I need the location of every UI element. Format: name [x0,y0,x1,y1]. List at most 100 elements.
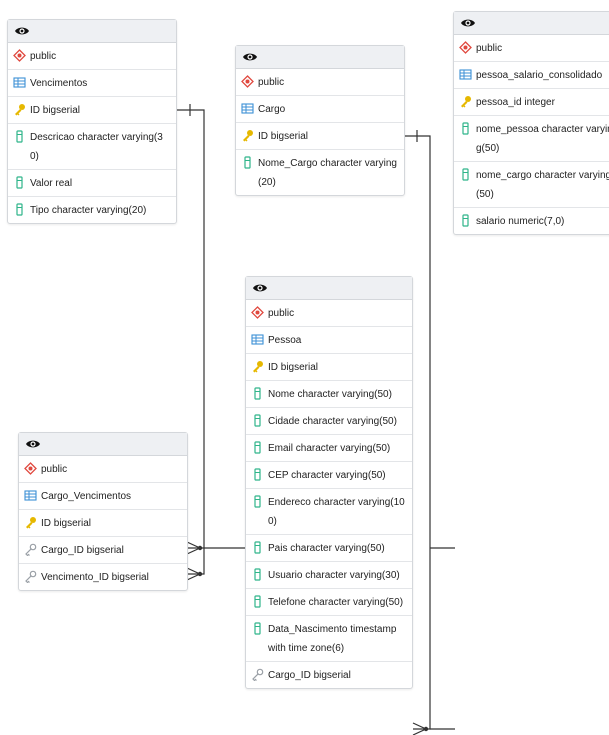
table-row[interactable]: Nome character varying(50) [246,381,412,408]
table-row[interactable]: Vencimentos [8,70,176,97]
table-row[interactable]: public [19,456,187,483]
table-row[interactable]: ID bigserial [8,97,176,124]
table-row[interactable]: Descricao character varying(30) [8,124,176,170]
column-icon [254,441,261,454]
column-icon [254,622,261,635]
table-cargo-vencimentos[interactable]: public Cargo_Vencimentos ID bigserial Cargo… [18,432,188,591]
rel-cargo-cv-crowfoot [186,541,202,555]
key-icon [461,96,471,108]
table-icon [241,103,254,114]
table-vencimentos[interactable]: public Vencimentos ID bigserial Descricao c… [7,19,177,224]
table-row[interactable]: Valor real [8,170,176,197]
column-label: ID bigserial [30,105,81,116]
table-row[interactable]: ID bigserial [236,123,404,150]
column-label: pessoa_salario_consolidado [476,70,603,81]
column-icon [16,176,23,189]
column-label: public [41,464,68,475]
table-row[interactable]: Endereco character varying(100) [246,489,412,535]
table-header [454,12,609,35]
table-row[interactable]: nome_pessoa character varying(50) [454,116,609,162]
column-label: public [268,308,295,319]
column-label: public [30,51,57,62]
table-row[interactable]: nome_cargo character varying(50) [454,162,609,208]
schema-icon [13,49,26,62]
table-header [246,277,412,300]
column-label: nome_cargo character varying(50) [476,170,609,200]
table-cargo[interactable]: public Cargo ID bigserial Nome_Cargo charac… [235,45,405,196]
table-row[interactable]: public [246,300,412,327]
column-label: nome_pessoa character varying(50) [476,124,609,154]
column-label: Cargo_ID bigserial [41,545,124,556]
column-label: Descricao character varying(30) [30,132,163,162]
schema-icon [241,75,254,88]
key-icon [243,130,253,142]
table-row[interactable]: Data_Nascimento timestamp with time zone… [246,616,412,662]
column-label: Cargo_ID bigserial [268,670,351,681]
table-pessoa-salario-consolidado[interactable]: public pessoa_salario_consolidado pessoa_i… [453,11,609,235]
column-label: Pais character varying(50) [268,543,385,554]
column-icon [16,203,23,216]
table-row[interactable]: Telefone character varying(50) [246,589,412,616]
table-row[interactable]: Vencimento_ID bigserial [19,564,187,590]
table-icon [251,334,264,345]
table-row[interactable]: pessoa_salario_consolidado [454,62,609,89]
column-icon [462,122,469,135]
column-label: Endereco character varying(100) [268,497,405,527]
column-label: Tipo character varying(20) [30,205,147,216]
key-icon [253,361,263,373]
column-icon [254,595,261,608]
table-row[interactable]: Cargo_Vencimentos [19,483,187,510]
table-row[interactable]: pessoa_id integer [454,89,609,116]
column-label: Cargo_Vencimentos [41,491,132,502]
column-icon [254,468,261,481]
column-label: Cidade character varying(50) [268,416,397,427]
eye-icon [461,19,475,27]
column-label: Vencimento_ID bigserial [41,572,149,583]
table-row[interactable]: Cargo_ID bigserial [19,537,187,564]
column-icon [244,156,251,169]
table-icon [24,490,37,501]
key-icon [26,517,36,529]
column-label: Valor real [30,178,73,189]
table-icon [459,69,472,80]
column-label: pessoa_id integer [476,97,555,108]
column-label: Data_Nascimento timestamp with time zone… [268,624,397,654]
table-row[interactable]: Cargo [236,96,404,123]
table-row[interactable]: Cidade character varying(50) [246,408,412,435]
table-row[interactable]: Tipo character varying(20) [8,197,176,223]
column-label: ID bigserial [258,131,309,142]
column-label: Nome character varying(50) [268,389,392,400]
table-row[interactable]: ID bigserial [246,354,412,381]
rel-cargo-pessoa-crowfoot [412,722,428,735]
table-row[interactable]: Email character varying(50) [246,435,412,462]
table-row[interactable]: Cargo_ID bigserial [246,662,412,688]
column-label: ID bigserial [41,518,92,529]
column-label: ID bigserial [268,362,319,373]
column-label: public [476,43,503,54]
table-row[interactable]: public [236,69,404,96]
rel-vencimentos-crowfoot [186,567,202,581]
fkey-icon [252,668,264,681]
column-icon [462,168,469,181]
column-icon [462,214,469,227]
table-row[interactable]: public [454,35,609,62]
table-header [8,20,176,43]
schema-icon [251,306,264,319]
table-row[interactable]: Usuario character varying(30) [246,562,412,589]
column-label: Usuario character varying(30) [268,570,400,581]
table-header [19,433,187,456]
table-pessoa[interactable]: public Pessoa ID bigserial Nome character v… [245,276,413,689]
table-row[interactable]: salario numeric(7,0) [454,208,609,234]
column-label: Vencimentos [30,78,88,89]
column-label: CEP character varying(50) [268,470,386,481]
table-row[interactable]: Nome_Cargo character varying(20) [236,150,404,195]
table-row[interactable]: CEP character varying(50) [246,462,412,489]
table-row[interactable]: public [8,43,176,70]
column-icon [254,414,261,427]
table-row[interactable]: Pais character varying(50) [246,535,412,562]
table-row[interactable]: ID bigserial [19,510,187,537]
column-icon [254,568,261,581]
column-label: salario numeric(7,0) [476,216,565,227]
table-row[interactable]: Pessoa [246,327,412,354]
column-icon [16,130,23,143]
